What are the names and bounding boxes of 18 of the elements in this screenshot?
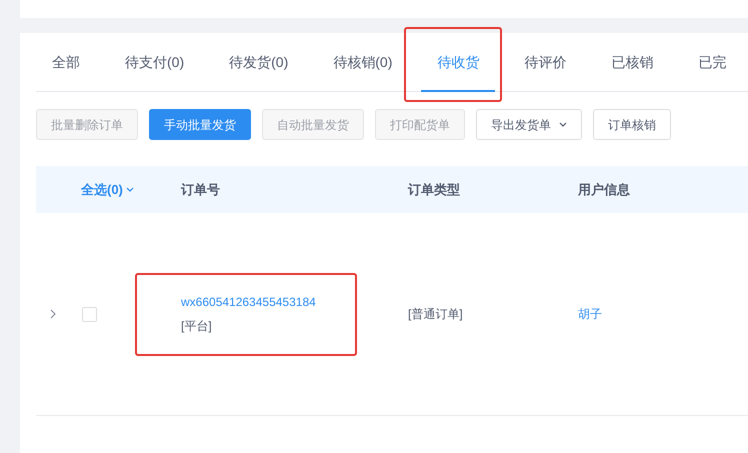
tab[interactable]: 待评价: [508, 33, 582, 92]
action-button[interactable]: 订单核销: [593, 109, 671, 140]
tab[interactable]: 已完: [682, 33, 742, 92]
caret-icon: [126, 187, 134, 192]
dropdown-button[interactable]: 导出发货单: [476, 109, 582, 140]
tab[interactable]: 全部: [36, 33, 96, 92]
row-checkbox[interactable]: [82, 306, 97, 322]
column-header: 订单号: [181, 180, 221, 199]
tab[interactable]: 待支付(0): [109, 33, 200, 92]
column-header: 用户信息: [578, 180, 631, 199]
caret-icon: [559, 122, 567, 127]
order-type: [普通订单]: [408, 306, 464, 323]
tab[interactable]: 已核销: [595, 33, 670, 92]
column-header: 订单类型: [408, 180, 461, 199]
order-source: [平台]: [181, 318, 212, 335]
tab[interactable]: 待发货(0): [213, 33, 304, 92]
expand-chevron-icon[interactable]: [50, 309, 56, 319]
tab[interactable]: 待核销(0): [317, 33, 408, 92]
